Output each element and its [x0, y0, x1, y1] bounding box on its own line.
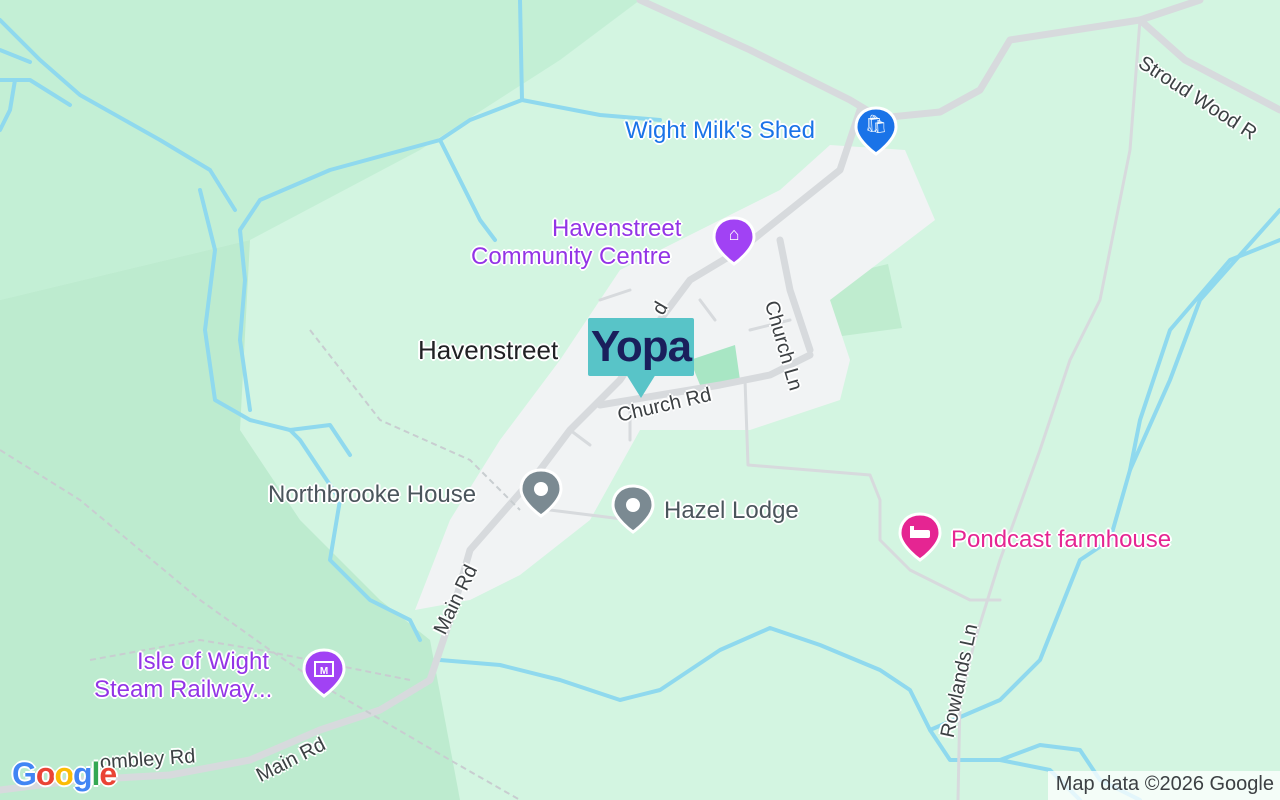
community-building-icon: ⌂ — [728, 224, 740, 244]
poi-pin-steam-railway[interactable]: M — [302, 648, 346, 700]
google-logo-letter: e — [99, 756, 117, 792]
google-logo-letter: o — [54, 756, 74, 792]
svg-text:M: M — [320, 666, 328, 677]
poi-label-wight-milks-shed[interactable]: Wight Milk's Shed — [625, 117, 815, 145]
yopa-marker[interactable]: Yopa — [588, 318, 694, 400]
poi-label-northbrooke-house[interactable]: Northbrooke House — [268, 481, 476, 509]
poi-pin-community-centre[interactable]: ⌂ — [712, 216, 756, 268]
map-attribution[interactable]: Map data ©2026 Google — [1047, 771, 1280, 800]
yopa-marker-label: Yopa — [590, 322, 692, 371]
poi-pin-hazel-lodge[interactable] — [611, 484, 655, 536]
poi-label-steam-railway-line1[interactable]: Isle of Wight — [137, 648, 269, 676]
poi-label-steam-railway-line2[interactable]: Steam Railway... — [94, 676, 272, 704]
shopping-bag-icon: 🛍 — [864, 114, 888, 134]
google-logo-letter: G — [12, 756, 37, 792]
yopa-marker-pointer — [626, 374, 656, 398]
poi-label-hazel-lodge[interactable]: Hazel Lodge — [664, 497, 799, 525]
poi-label-community-centre-line1[interactable]: Havenstreet — [552, 215, 681, 243]
google-logo-letter: o — [35, 756, 56, 792]
place-label-havenstreet[interactable]: Havenstreet — [418, 336, 558, 364]
poi-label-pondcast-farmhouse[interactable]: Pondcast farmhouse — [951, 526, 1171, 554]
poi-pin-northbrooke-house[interactable] — [519, 468, 563, 520]
google-logo[interactable]: Google — [12, 756, 117, 793]
google-logo-text: Google — [12, 756, 117, 792]
google-logo-letter: g — [72, 756, 93, 792]
poi-pin-pondcast-farmhouse[interactable] — [898, 512, 942, 564]
poi-pin-wight-milks-shed[interactable]: 🛍 — [854, 106, 898, 158]
poi-label-community-centre-line2[interactable]: Community Centre — [471, 243, 671, 271]
